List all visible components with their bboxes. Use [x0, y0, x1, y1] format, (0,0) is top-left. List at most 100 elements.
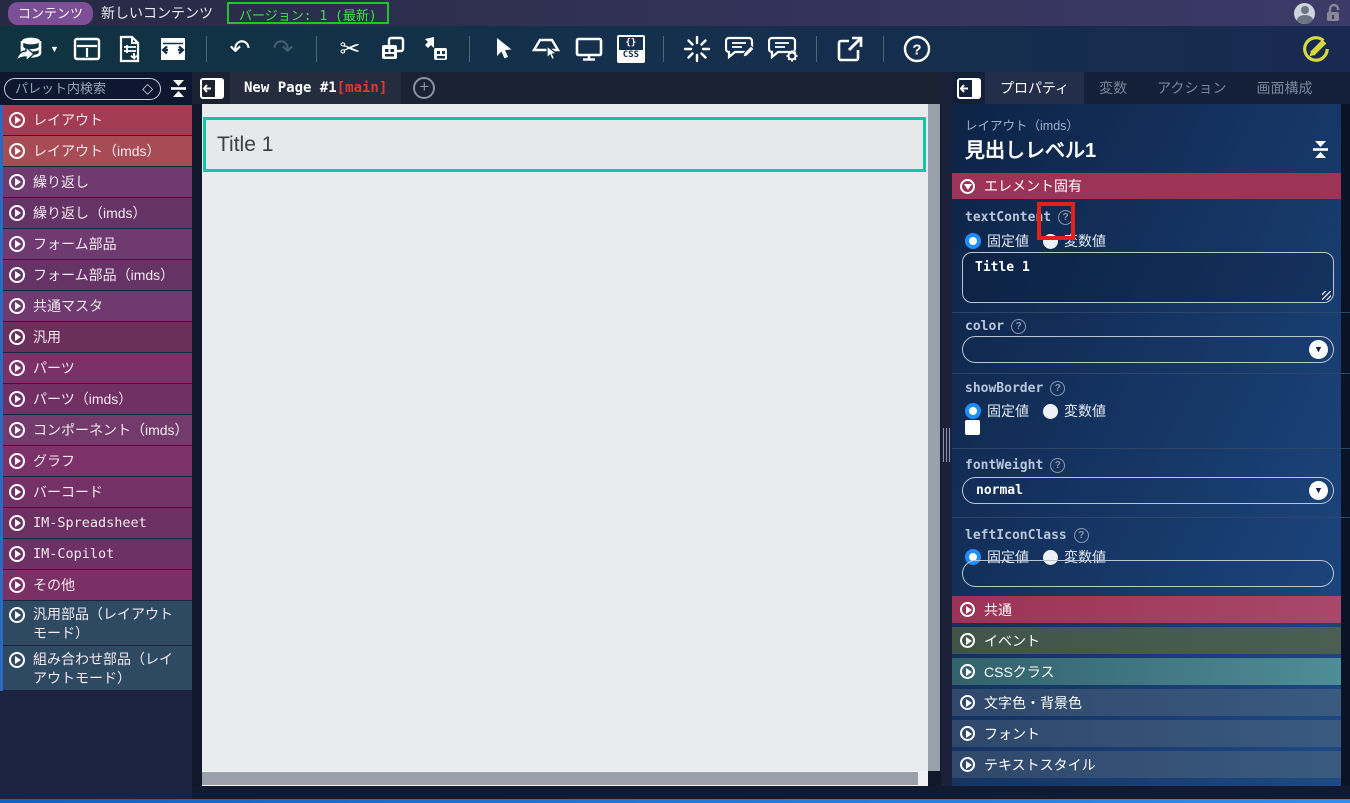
- tab-actions[interactable]: アクション: [1142, 72, 1241, 104]
- palette-category[interactable]: レイアウト: [3, 105, 192, 135]
- user-avatar[interactable]: [1294, 2, 1315, 24]
- paste-icon[interactable]: [421, 34, 451, 64]
- chevron-down-icon[interactable]: [1309, 481, 1328, 500]
- palette-category[interactable]: コンポーネント（imds）: [3, 415, 192, 445]
- spinner-icon: [682, 34, 712, 64]
- help-icon[interactable]: ?: [1011, 319, 1027, 334]
- textcontent-mode-radios: 固定値 変数値: [965, 231, 1106, 251]
- help-icon[interactable]: ?: [902, 34, 932, 64]
- help-icon[interactable]: ?: [1073, 528, 1089, 543]
- radio-variable-value[interactable]: 変数値: [1043, 231, 1106, 251]
- collapse-palette-icon[interactable]: [200, 77, 224, 99]
- comment-edit-icon[interactable]: [724, 34, 755, 64]
- section-label: イベント: [984, 632, 1040, 649]
- field-divider: [952, 373, 1350, 374]
- content-type-badge: コンテンツ: [8, 1, 94, 25]
- palette-category[interactable]: 繰り返し（imds）: [3, 198, 192, 228]
- select-element-icon[interactable]: [531, 34, 561, 64]
- section-label: フォント: [984, 725, 1040, 742]
- preview-monitor-icon[interactable]: [574, 34, 604, 64]
- radio-unselected-icon[interactable]: [1043, 403, 1058, 419]
- palette-category[interactable]: パーツ（imds）: [3, 384, 192, 414]
- section-label: 文字色・背景色: [984, 694, 1082, 711]
- collapsed-section-header[interactable]: イベント: [952, 627, 1341, 654]
- layout-template-icon[interactable]: [72, 34, 102, 64]
- tab-screen-structure[interactable]: 画面構成: [1241, 72, 1327, 104]
- radio-selected-icon[interactable]: [965, 233, 981, 249]
- undo-icon[interactable]: ↶: [225, 34, 255, 64]
- collapse-all-icon[interactable]: [169, 79, 188, 98]
- textarea-resize-handle[interactable]: [1322, 291, 1331, 300]
- palette-category[interactable]: フォーム部品: [3, 229, 192, 259]
- section-element-specific[interactable]: エレメント固有: [952, 173, 1341, 199]
- palette-category[interactable]: 汎用: [3, 322, 192, 352]
- expand-section-icon: [960, 726, 975, 741]
- chevron-down-icon[interactable]: [1309, 340, 1328, 359]
- collapse-properties-icon[interactable]: [957, 77, 981, 99]
- database-import-icon[interactable]: [14, 34, 44, 64]
- scrollbar-thumb[interactable]: [202, 772, 918, 785]
- collapsed-section-header[interactable]: フォント: [952, 720, 1341, 747]
- element-name-heading: 見出しレベル1: [965, 140, 1097, 162]
- palette-category[interactable]: IM-Spreadsheet: [3, 508, 192, 538]
- help-icon[interactable]: ?: [1058, 210, 1074, 225]
- selected-title-element[interactable]: Title 1: [203, 117, 926, 172]
- collapsed-section-header[interactable]: 共通: [952, 596, 1341, 623]
- textcontent-input[interactable]: Title 1: [962, 252, 1334, 303]
- cursor-icon[interactable]: [488, 34, 518, 64]
- radio-variable-value[interactable]: 変数値: [1043, 401, 1106, 421]
- lefticonclass-input[interactable]: [962, 560, 1334, 587]
- clear-search-icon[interactable]: ◇: [142, 80, 153, 97]
- collapsed-section-header[interactable]: テキストスタイル: [952, 751, 1341, 778]
- collapsed-section-header[interactable]: CSSクラス: [952, 658, 1341, 685]
- palette-category[interactable]: レイアウト（imds）: [3, 136, 192, 166]
- version-indicator: バージョン: 1 (最新): [227, 2, 389, 24]
- cut-icon[interactable]: ✂: [335, 34, 365, 64]
- field-label-text: showBorder: [965, 381, 1044, 396]
- export-document-icon[interactable]: [115, 34, 145, 64]
- radio-fixed-value[interactable]: 固定値: [965, 231, 1029, 251]
- css-icon[interactable]: {} CSS: [616, 35, 645, 63]
- showborder-checkbox[interactable]: [965, 420, 980, 435]
- add-page-button[interactable]: +: [413, 77, 436, 99]
- expand-category-icon: [9, 329, 25, 345]
- collapse-all-sections-icon[interactable]: [1311, 140, 1330, 159]
- palette-category[interactable]: 繰り返し: [3, 167, 192, 197]
- open-external-icon[interactable]: [835, 34, 865, 64]
- palette-category[interactable]: バーコード: [3, 477, 192, 507]
- palette-category-label: 汎用部品（レイアウトモード）: [33, 606, 173, 641]
- canvas-horizontal-scrollbar[interactable]: [202, 771, 928, 786]
- palette-category[interactable]: 汎用部品（レイアウトモード）: [3, 601, 192, 645]
- palette-category[interactable]: パーツ: [3, 353, 192, 383]
- radio-selected-icon[interactable]: [965, 403, 981, 419]
- color-select[interactable]: [962, 336, 1334, 363]
- palette-search-input[interactable]: [15, 81, 133, 96]
- fontweight-select[interactable]: normal: [962, 477, 1334, 504]
- radio-unselected-icon[interactable]: [1043, 233, 1058, 249]
- comment-settings-icon[interactable]: [767, 34, 798, 64]
- palette-category[interactable]: 組み合わせ部品（レイアウトモード）: [3, 646, 192, 690]
- database-import-caret-icon[interactable]: ▼: [50, 44, 59, 54]
- copy-icon[interactable]: [378, 34, 408, 64]
- help-icon[interactable]: ?: [1050, 458, 1066, 473]
- page-tab[interactable]: New Page #1 [main]: [230, 72, 402, 104]
- palette-category[interactable]: グラフ: [3, 446, 192, 476]
- design-canvas[interactable]: Title 1: [202, 104, 928, 771]
- help-icon[interactable]: ?: [1050, 381, 1066, 396]
- canvas-vertical-scrollbar[interactable]: [928, 104, 940, 771]
- tab-variables[interactable]: 変数: [1084, 72, 1142, 104]
- expand-section-icon: [960, 633, 975, 648]
- palette-category[interactable]: その他: [3, 570, 192, 600]
- window-swap-icon[interactable]: [158, 34, 188, 64]
- palette-category[interactable]: IM-Copilot: [3, 539, 192, 569]
- tab-properties[interactable]: プロパティ: [985, 72, 1085, 104]
- properties-scrollbar[interactable]: [1341, 104, 1350, 800]
- edit-mode-pencil-icon[interactable]: [1300, 34, 1330, 64]
- palette-category[interactable]: 共通マスタ: [3, 291, 192, 321]
- panel-resize-handle[interactable]: [943, 428, 950, 462]
- radio-fixed-value[interactable]: 固定値: [965, 401, 1029, 421]
- palette-category[interactable]: フォーム部品（imds）: [3, 260, 192, 290]
- expand-section-icon: [960, 602, 975, 617]
- collapsed-section-header[interactable]: 文字色・背景色: [952, 689, 1341, 716]
- element-type-label: レイアウト（imds）: [965, 119, 1079, 133]
